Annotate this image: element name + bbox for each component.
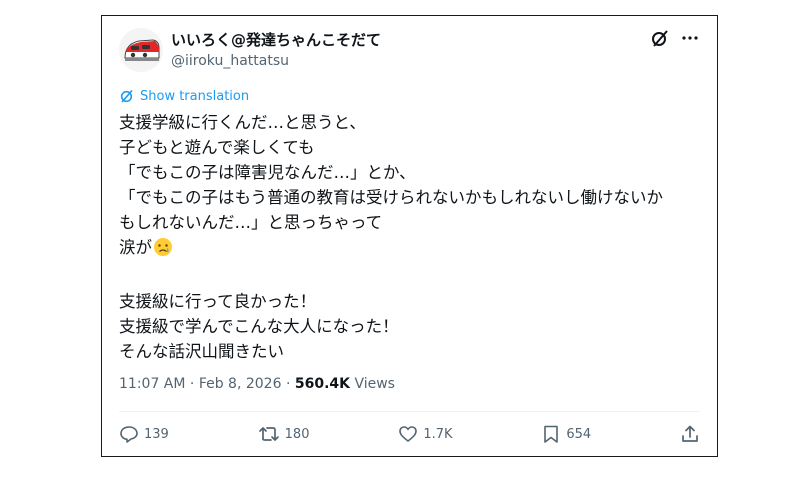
repost-count: 180 bbox=[284, 426, 310, 442]
avatar[interactable] bbox=[119, 28, 163, 72]
tweet-time[interactable]: 11:07 AM bbox=[119, 376, 185, 392]
tweet-line: もしれないんだ…」と思っちゃって bbox=[119, 213, 383, 232]
tweet-line: 涙が bbox=[119, 238, 152, 257]
tweet-card: いいろく@発達ちゃんこそだて @iiroku_hattatsu Show tra… bbox=[101, 15, 718, 457]
bookmark-count: 654 bbox=[566, 426, 592, 442]
tweet-line: 子どもと遊んで楽しくても bbox=[119, 138, 315, 157]
crying-face-icon bbox=[153, 237, 173, 264]
more-options-icon[interactable] bbox=[680, 28, 700, 48]
views-label: Views bbox=[354, 376, 395, 392]
tweet-header: いいろく@発達ちゃんこそだて @iiroku_hattatsu bbox=[119, 28, 700, 80]
bookmark-icon bbox=[544, 425, 559, 443]
meta-separator: · bbox=[285, 376, 291, 392]
tweet-meta: 11:07 AM · Feb 8, 2026 · 560.4K Views bbox=[119, 376, 395, 392]
translate-icon bbox=[120, 89, 133, 103]
reply-count: 139 bbox=[144, 426, 169, 442]
tweet-line: 「でもこの子はもう普通の教育は受けられないかもしれないし働けないか bbox=[119, 188, 664, 207]
author-display-name[interactable]: いいろく@発達ちゃんこそだて bbox=[171, 30, 381, 50]
tweet-line: 支援学級に行くんだ…と思うと、 bbox=[119, 113, 366, 132]
like-count: 1.7K bbox=[423, 426, 453, 442]
share-button[interactable] bbox=[680, 424, 700, 444]
tweet-line: そんな話沢山聞きたい bbox=[119, 342, 284, 361]
show-translation-label[interactable]: Show translation bbox=[140, 89, 249, 104]
divider bbox=[119, 411, 700, 412]
tweet-line: 支援級に行って良かった！ bbox=[119, 292, 317, 311]
tweet-line-with-emoji: 涙が bbox=[119, 235, 705, 264]
meta-separator: · bbox=[189, 376, 195, 392]
grok-icon[interactable] bbox=[650, 28, 670, 48]
like-button[interactable]: 1.7K bbox=[398, 424, 453, 444]
tweet-line: 支援級で学んでこんな大人になった！ bbox=[119, 317, 399, 336]
author-names: いいろく@発達ちゃんこそだて @iiroku_hattatsu bbox=[171, 30, 381, 71]
reply-icon bbox=[120, 426, 138, 443]
tweet-line: 「でもこの子は障害児なんだ…」とか、 bbox=[119, 163, 416, 182]
tweet-text: 支援学級に行くんだ…と思うと、 子どもと遊んで楽しくても 「でもこの子は障害児な… bbox=[119, 110, 705, 364]
avatar-train-icon bbox=[119, 28, 163, 72]
reply-button[interactable]: 139 bbox=[119, 424, 169, 444]
repost-button[interactable]: 180 bbox=[258, 424, 310, 444]
views-count: 560.4K bbox=[294, 376, 350, 392]
share-icon bbox=[682, 425, 698, 442]
bookmark-button[interactable]: 654 bbox=[541, 424, 591, 444]
repost-icon bbox=[258, 427, 279, 441]
heart-icon bbox=[399, 426, 418, 442]
author-handle[interactable]: @iiroku_hattatsu bbox=[171, 51, 381, 71]
tweet-date[interactable]: Feb 8, 2026 bbox=[199, 376, 282, 392]
show-translation-link[interactable]: Show translation bbox=[119, 88, 249, 104]
header-actions bbox=[650, 28, 700, 48]
action-bar: 139 180 1.7K 654 bbox=[119, 422, 700, 446]
